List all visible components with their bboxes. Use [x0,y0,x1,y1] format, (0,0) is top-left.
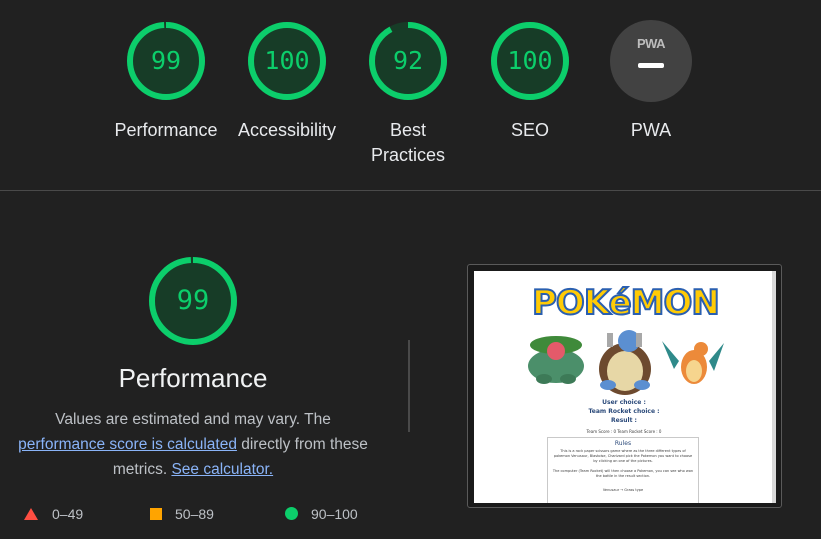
best-practices-label: Best Practices [370,120,446,165]
legend-average: 50–89 [150,505,214,525]
see-calculator-link[interactable]: See calculator. [171,461,273,478]
legend-label: 50–89 [175,506,214,522]
legend-fail: 0–49 [24,505,83,525]
gauge-seo[interactable]: 100 SEO [475,20,585,143]
description-text: Values are estimated and may vary. The [55,411,331,428]
gauge-performance[interactable]: 99 Performance [111,20,221,143]
score-legend: 0–49 50–89 90–100 [0,505,420,525]
rules-line-3: Venusaur → Grass type [602,488,644,492]
gauge-best-practices[interactable]: 92 Best Practices [353,20,463,168]
charizard-image [662,341,724,384]
accessibility-score: 100 [264,46,310,75]
performance-score: 99 [150,46,182,75]
category-gauges: 99 Performance 100 Accessibility 92 Best… [0,0,821,190]
gauge-ring: 100 [246,20,328,102]
rules-box: Rules This is a rock paper scissors game… [547,437,699,503]
blastoise-image [599,330,651,395]
rules-text: This is a rock paper scissors game where… [553,449,693,463]
seo-score: 100 [507,46,553,75]
seo-label: SEO [510,120,549,140]
team-rocket-choice-label: Team Rocket choice : [588,408,660,415]
final-screenshot: POKéMON User choice: Team Rocket choice… [474,271,776,503]
pwa-badge-text: PWA [636,36,666,51]
triangle-icon [24,507,38,520]
legend-label: 0–49 [52,506,84,522]
gauge-ring: 99 [125,20,207,102]
performance-title: Performance [118,363,268,393]
gauge-ring: 92 [367,20,449,102]
pwa-badge-icon: PWA [610,20,692,102]
section-divider [0,190,821,191]
scores-line: Team Score : 0 Team Rocket Score : 0 [586,429,662,434]
final-screenshot-frame[interactable]: POKéMON User choice: Team Rocket choice… [467,264,782,508]
accessibility-label: Accessibility [237,120,337,140]
rules-title: Rules [614,440,632,447]
vertical-divider [408,340,410,432]
gauge-ring: 100 [489,20,571,102]
gauge-accessibility[interactable]: 100 Accessibility [232,20,342,143]
pwa-dash-icon [638,63,664,68]
square-icon [150,507,162,520]
performance-description: Values are estimated and may vary. The p… [10,407,376,482]
gauge-pwa[interactable]: PWA PWA [596,20,706,143]
circle-icon [285,507,298,521]
user-choice-label: User choice : [602,399,646,406]
performance-label: Performance [114,120,218,140]
rules-text-2: The computer (Team Rocket) will then cho… [552,469,694,478]
performance-score-calculated-link[interactable]: performance score is calculated [18,436,237,453]
legend-label: 90–100 [311,506,358,522]
performance-big-score: 99 [176,285,210,316]
result-label: Result : [611,417,637,424]
legend-pass: 90–100 [285,505,358,525]
best-practices-score: 92 [392,46,424,75]
venusaur-image [528,336,584,384]
performance-big-gauge: 99 [147,255,239,347]
pwa-label: PWA [630,120,672,140]
screenshot-scrollbar[interactable] [772,271,776,503]
